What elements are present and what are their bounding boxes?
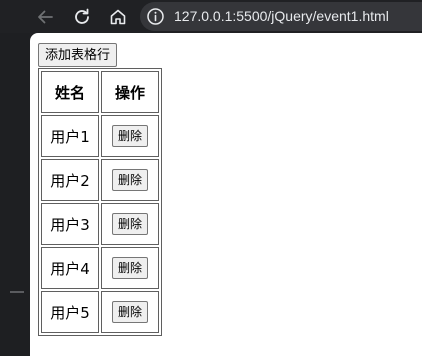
home-icon [110,9,126,25]
user-name-cell: 用户3 [41,203,99,245]
user-name-cell: 用户2 [41,159,99,201]
action-cell: 删除 [101,115,159,157]
page-content: 添加表格行 姓名 操作 用户1 删除 用户2 删除 用户3 删除 用户4 删除 … [30,33,422,356]
user-name-cell: 用户5 [41,291,99,333]
delete-button[interactable]: 删除 [111,213,148,235]
header-action: 操作 [101,71,159,113]
arrow-left-icon [38,10,53,24]
table-row: 用户1 删除 [41,115,159,157]
reload-button[interactable] [69,4,95,30]
user-table: 姓名 操作 用户1 删除 用户2 删除 用户3 删除 用户4 删除 用户5 删除 [38,68,162,336]
user-name-cell: 用户4 [41,247,99,289]
header-name: 姓名 [41,71,99,113]
delete-button[interactable]: 删除 [111,169,148,191]
delete-button[interactable]: 删除 [111,301,148,323]
action-cell: 删除 [101,291,159,333]
action-cell: 删除 [101,247,159,289]
table-row: 用户3 删除 [41,203,159,245]
side-panel [0,33,30,356]
back-button[interactable] [32,4,58,30]
home-button[interactable] [105,4,131,30]
add-row-button[interactable]: 添加表格行 [38,43,118,67]
resize-handle[interactable] [10,291,24,293]
table-header-row: 姓名 操作 [41,71,159,113]
table-row: 用户5 删除 [41,291,159,333]
address-bar[interactable]: 127.0.0.1:5500/jQuery/event1.html [140,2,422,31]
browser-toolbar: 127.0.0.1:5500/jQuery/event1.html [0,0,422,33]
info-icon[interactable] [146,7,165,26]
url-text[interactable]: 127.0.0.1:5500/jQuery/event1.html [174,7,389,26]
user-name-cell: 用户1 [41,115,99,157]
table-row: 用户4 删除 [41,247,159,289]
action-cell: 删除 [101,203,159,245]
reload-icon [75,8,89,24]
delete-button[interactable]: 删除 [111,257,148,279]
action-cell: 删除 [101,159,159,201]
delete-button[interactable]: 删除 [111,125,148,147]
table-row: 用户2 删除 [41,159,159,201]
